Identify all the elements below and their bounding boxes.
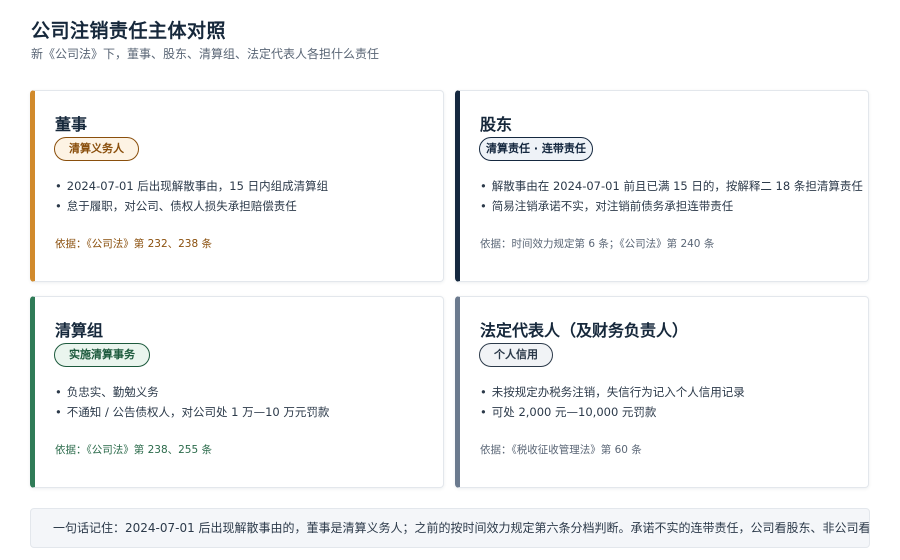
duty-item: 怠于履职，对公司、债权人损失承担赔偿责任: [55, 196, 443, 216]
role-badge: 清算责任 · 连带责任: [479, 137, 593, 161]
page-title: 公司注销责任主体对照: [31, 20, 227, 42]
legal-basis: 依据：《税收征收管理法》第 60 条: [480, 444, 642, 456]
duty-item: 解散事由在 2024-07-01 前且已满 15 日的，按解释二 18 条担清算…: [480, 176, 868, 196]
duty-item: 不通知 / 公告债权人，对公司处 1 万—10 万元罚款: [55, 402, 443, 422]
page-subtitle: 新《公司法》下，董事、股东、清算组、法定代表人各担什么责任: [31, 47, 380, 61]
card-directors: 董事 清算义务人 2024-07-01 后出现解散事由，15 日内组成清算组 怠…: [30, 90, 444, 282]
duty-list: 未按规定办税务注销，失信行为记入个人信用记录 可处 2,000 元—10,000…: [480, 382, 868, 422]
summary-note: 一句话记住：2024-07-01 后出现解散事由的，董事是清算义务人；之前的按时…: [30, 508, 870, 548]
card-liquidation-group: 清算组 实施清算事务 负忠实、勤勉义务 不通知 / 公告债权人，对公司处 1 万…: [30, 296, 444, 488]
legal-basis: 依据：时间效力规定第 6 条；《公司法》第 240 条: [480, 238, 715, 250]
duty-item: 可处 2,000 元—10,000 元罚款: [480, 402, 868, 422]
duty-item: 负忠实、勤勉义务: [55, 382, 443, 402]
role-badge: 个人信用: [479, 343, 553, 367]
card-title: 股东: [480, 115, 513, 134]
legal-basis: 依据：《公司法》第 238、255 条: [55, 444, 213, 456]
duty-item: 未按规定办税务注销，失信行为记入个人信用记录: [480, 382, 868, 402]
duty-list: 解散事由在 2024-07-01 前且已满 15 日的，按解释二 18 条担清算…: [480, 176, 868, 216]
role-badge: 清算义务人: [54, 137, 139, 161]
duty-item: 简易注销承诺不实，对注销前债务承担连带责任: [480, 196, 868, 216]
card-title: 董事: [55, 115, 88, 134]
legal-basis: 依据：《公司法》第 232、238 条: [55, 238, 213, 250]
card-shareholders: 股东 清算责任 · 连带责任 解散事由在 2024-07-01 前且已满 15 …: [455, 90, 869, 282]
duty-list: 2024-07-01 后出现解散事由，15 日内组成清算组 怠于履职，对公司、债…: [55, 176, 443, 216]
role-badge: 实施清算事务: [54, 343, 150, 367]
duty-list: 负忠实、勤勉义务 不通知 / 公告债权人，对公司处 1 万—10 万元罚款: [55, 382, 443, 422]
duty-item: 2024-07-01 后出现解散事由，15 日内组成清算组: [55, 176, 443, 196]
card-title: 法定代表人（及财务负责人）: [480, 321, 689, 340]
card-title: 清算组: [55, 321, 104, 340]
card-legal-representative: 法定代表人（及财务负责人） 个人信用 未按规定办税务注销，失信行为记入个人信用记…: [455, 296, 869, 488]
